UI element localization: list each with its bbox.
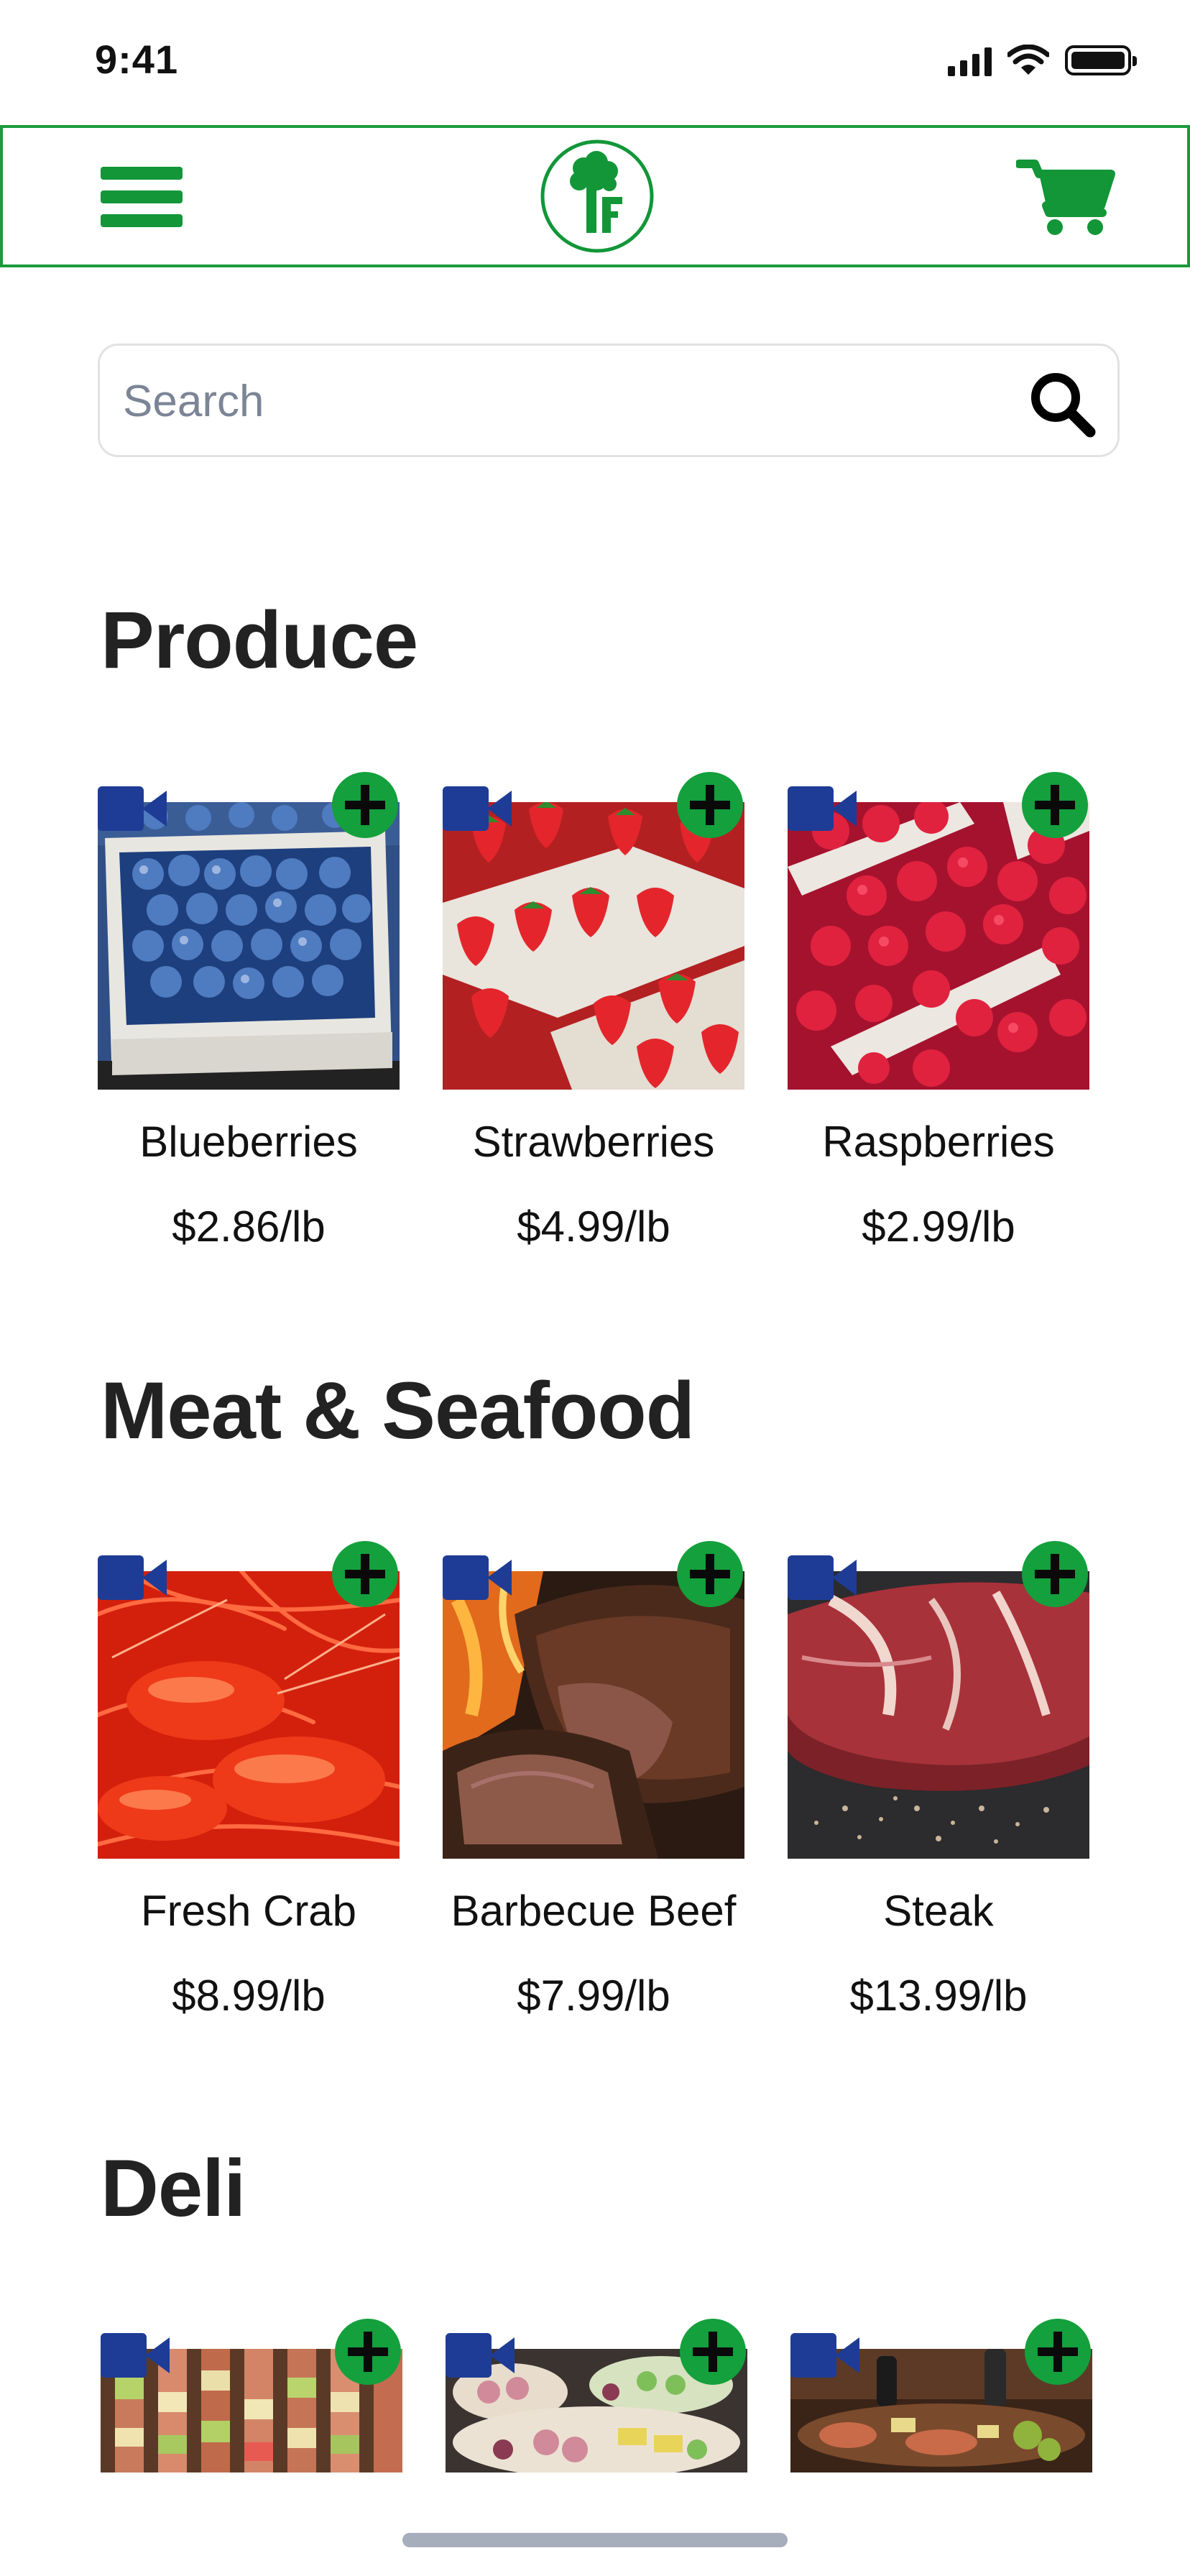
video-icon[interactable]	[98, 786, 167, 831]
wifi-icon	[1007, 45, 1049, 75]
tree-logo-icon[interactable]	[539, 138, 655, 254]
product-image-fresh-crab[interactable]	[98, 1571, 400, 1859]
product-price: $7.99/lb	[517, 1972, 670, 2020]
status-bar: 9:41	[0, 0, 1190, 122]
add-to-cart-icon[interactable]	[1022, 772, 1088, 838]
section-title-deli: Deli	[101, 2143, 246, 2233]
video-icon[interactable]	[98, 1555, 167, 1600]
app-header	[0, 125, 1190, 267]
battery-icon	[1065, 45, 1137, 75]
search-icon[interactable]	[1027, 369, 1097, 439]
product-name: Steak	[883, 1887, 994, 1935]
status-time: 9:41	[95, 37, 179, 82]
hamburger-icon	[101, 167, 183, 180]
search-box	[98, 344, 1120, 457]
product-price: $2.99/lb	[862, 1202, 1015, 1251]
product-name: Raspberries	[822, 1118, 1055, 1166]
add-to-cart-icon[interactable]	[332, 1541, 398, 1607]
product-image-barbecue-beef[interactable]	[443, 1571, 744, 1859]
cellular-signal-icon	[948, 45, 992, 76]
video-icon[interactable]	[443, 1555, 512, 1600]
add-to-cart-icon[interactable]	[677, 772, 743, 838]
product-image-steak[interactable]	[788, 1571, 1089, 1859]
product-name: Strawberries	[472, 1118, 715, 1166]
add-to-cart-icon[interactable]	[680, 2319, 746, 2385]
add-to-cart-icon[interactable]	[335, 2319, 401, 2385]
add-to-cart-icon[interactable]	[1022, 1541, 1088, 1607]
section-title-produce: Produce	[101, 595, 418, 685]
add-to-cart-icon[interactable]	[332, 772, 398, 838]
product-name: Barbecue Beef	[451, 1887, 737, 1935]
menu-button[interactable]	[101, 157, 183, 237]
home-indicator[interactable]	[402, 2533, 788, 2547]
video-icon[interactable]	[443, 786, 512, 831]
product-name: Fresh Crab	[140, 1887, 357, 1935]
video-icon[interactable]	[790, 2333, 859, 2378]
product-image-blueberries[interactable]	[98, 802, 400, 1090]
product-price: $13.99/lb	[849, 1972, 1028, 2020]
status-icons	[948, 45, 1137, 76]
shopping-cart-icon[interactable]	[1016, 157, 1115, 237]
video-icon[interactable]	[446, 2333, 515, 2378]
product-price: $2.86/lb	[172, 1202, 326, 1251]
video-icon[interactable]	[788, 1555, 857, 1600]
product-image-strawberries[interactable]	[443, 802, 744, 1090]
section-title-meat-seafood: Meat & Seafood	[101, 1366, 695, 1455]
search-input[interactable]	[121, 360, 987, 442]
video-icon[interactable]	[101, 2333, 170, 2378]
add-to-cart-icon[interactable]	[677, 1541, 743, 1607]
product-image-raspberries[interactable]	[788, 802, 1089, 1090]
product-price: $4.99/lb	[517, 1202, 670, 1251]
video-icon[interactable]	[788, 786, 857, 831]
product-name: Blueberries	[139, 1118, 358, 1166]
add-to-cart-icon[interactable]	[1025, 2319, 1091, 2385]
product-price: $8.99/lb	[172, 1972, 326, 2020]
